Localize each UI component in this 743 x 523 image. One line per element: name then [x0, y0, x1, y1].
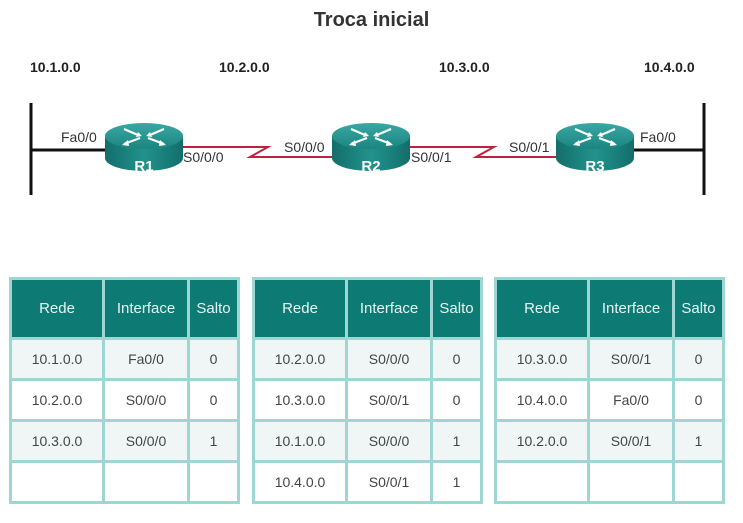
cell-interface: S0/0/0: [102, 419, 190, 463]
cell-interface: S0/0/0: [345, 419, 433, 463]
header-salto: Salto: [672, 277, 725, 340]
cell-rede: 10.2.0.0: [252, 337, 348, 381]
cell-interface: [102, 460, 190, 504]
cell-interface: S0/0/0: [345, 337, 433, 381]
cell-interface: S0/0/1: [345, 460, 433, 504]
cell-rede: 10.3.0.0: [9, 419, 105, 463]
cell-salto: 0: [430, 378, 483, 422]
table-row: 10.3.0.0 S0/0/0 1: [9, 419, 240, 463]
cell-rede: 10.3.0.0: [252, 378, 348, 422]
table-row: 10.2.0.0 S0/0/0 0: [9, 378, 240, 422]
cell-rede: 10.1.0.0: [252, 419, 348, 463]
r2-s0-0-0-label: S0/0/0: [284, 139, 325, 155]
routing-table-r2: Rede Interface Salto 10.2.0.0 S0/0/0 0 1…: [252, 277, 483, 504]
header-interface: Interface: [587, 277, 675, 340]
router-r2-icon: R2: [330, 121, 412, 175]
cell-interface: S0/0/1: [587, 337, 675, 381]
header-interface: Interface: [102, 277, 190, 340]
header-salto: Salto: [187, 277, 240, 340]
router-r2-label: R2: [361, 158, 380, 175]
cell-rede: 10.2.0.0: [9, 378, 105, 422]
table-row: 10.1.0.0 S0/0/0 1: [252, 419, 483, 463]
header-interface: Interface: [345, 277, 433, 340]
cell-rede: [494, 460, 590, 504]
table-row: [9, 460, 240, 504]
table-row: 10.3.0.0 S0/0/1 0: [252, 378, 483, 422]
router-r1-label: R1: [134, 158, 153, 175]
cell-rede: 10.4.0.0: [252, 460, 348, 504]
routing-table-r1: Rede Interface Salto 10.1.0.0 Fa0/0 0 10…: [9, 277, 240, 504]
cell-interface: S0/0/1: [345, 378, 433, 422]
header-salto: Salto: [430, 277, 483, 340]
table-row: [494, 460, 725, 504]
routing-table-r3: Rede Interface Salto 10.3.0.0 S0/0/1 0 1…: [494, 277, 725, 504]
router-r3-icon: R3: [554, 121, 636, 175]
cell-rede: [9, 460, 105, 504]
cell-salto: 0: [187, 337, 240, 381]
cell-salto: 1: [430, 460, 483, 504]
cell-salto: 0: [672, 378, 725, 422]
cell-rede: 10.1.0.0: [9, 337, 105, 381]
header-rede: Rede: [252, 277, 348, 340]
cell-salto: [187, 460, 240, 504]
table-row: 10.2.0.0 S0/0/0 0: [252, 337, 483, 381]
table-row: 10.1.0.0 Fa0/0 0: [9, 337, 240, 381]
cell-interface: S0/0/1: [587, 419, 675, 463]
r1-s0-0-0-label: S0/0/0: [183, 149, 224, 165]
table-row: 10.3.0.0 S0/0/1 0: [494, 337, 725, 381]
cell-salto: 1: [430, 419, 483, 463]
table-row: 10.2.0.0 S0/0/1 1: [494, 419, 725, 463]
cell-interface: S0/0/0: [102, 378, 190, 422]
cell-rede: 10.4.0.0: [494, 378, 590, 422]
header-rede: Rede: [494, 277, 590, 340]
r3-fa0-0-label: Fa0/0: [640, 129, 676, 145]
router-r1-icon: R1: [103, 121, 185, 175]
cell-salto: 0: [430, 337, 483, 381]
r3-s0-0-1-label: S0/0/1: [509, 139, 550, 155]
header-rede: Rede: [9, 277, 105, 340]
cell-interface: Fa0/0: [102, 337, 190, 381]
cell-rede: 10.3.0.0: [494, 337, 590, 381]
cell-salto: 0: [672, 337, 725, 381]
table-row: 10.4.0.0 S0/0/1 1: [252, 460, 483, 504]
cell-salto: [672, 460, 725, 504]
router-r3-label: R3: [585, 158, 604, 175]
cell-salto: 0: [187, 378, 240, 422]
r1-fa0-0-label: Fa0/0: [61, 129, 97, 145]
table-row: 10.4.0.0 Fa0/0 0: [494, 378, 725, 422]
cell-interface: Fa0/0: [587, 378, 675, 422]
cell-salto: 1: [672, 419, 725, 463]
topology-diagram: R1 R2 R3: [29, 103, 706, 195]
r2-s0-0-1-label: S0/0/1: [411, 149, 452, 165]
cell-interface: [587, 460, 675, 504]
cell-salto: 1: [187, 419, 240, 463]
cell-rede: 10.2.0.0: [494, 419, 590, 463]
